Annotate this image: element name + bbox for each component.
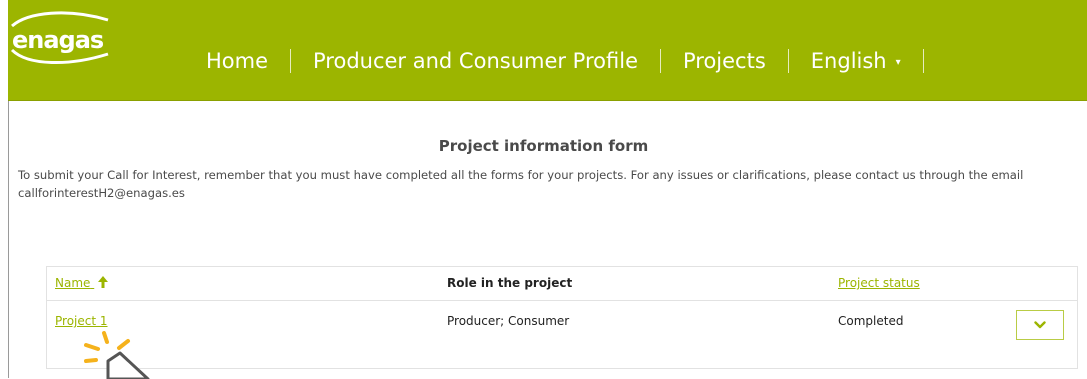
logo-text: enagas bbox=[12, 26, 104, 54]
nav-item-producer-consumer-profile[interactable]: Producer and Consumer Profile bbox=[313, 49, 638, 73]
top-navbar: enagas Home Producer and Consumer Profil… bbox=[8, 0, 1087, 101]
arrow-up-icon bbox=[98, 276, 109, 288]
enagas-logo[interactable]: enagas bbox=[8, 8, 118, 68]
page-title: Project information form bbox=[438, 137, 649, 155]
nav-separator bbox=[290, 49, 292, 73]
column-header-name-label: Name bbox=[55, 276, 91, 290]
column-header-name[interactable]: Name bbox=[55, 276, 109, 290]
language-label: English bbox=[810, 49, 887, 73]
mouse-pointer-icon bbox=[84, 331, 150, 379]
caret-down-icon: ▾ bbox=[895, 57, 901, 68]
column-header-status[interactable]: Project status bbox=[838, 276, 920, 290]
project-status: Completed bbox=[838, 314, 904, 328]
nav-item-home[interactable]: Home bbox=[206, 49, 268, 73]
intro-text: To submit your Call for Interest, rememb… bbox=[18, 168, 1024, 200]
language-selector[interactable]: English ▾ bbox=[811, 49, 901, 73]
row-actions-dropdown-button[interactable] bbox=[1016, 310, 1064, 340]
nav-separator bbox=[922, 49, 924, 73]
project-role: Producer; Consumer bbox=[447, 314, 570, 328]
main-nav: Home Producer and Consumer Profile Proje… bbox=[206, 49, 946, 73]
project-name-link[interactable]: Project 1 bbox=[55, 314, 108, 328]
header-divider bbox=[46, 300, 1078, 301]
column-header-role: Role in the project bbox=[447, 276, 573, 290]
nav-separator bbox=[787, 49, 789, 73]
nav-separator bbox=[659, 49, 661, 73]
nav-item-projects[interactable]: Projects bbox=[683, 49, 766, 73]
chevron-down-icon bbox=[1034, 321, 1046, 329]
